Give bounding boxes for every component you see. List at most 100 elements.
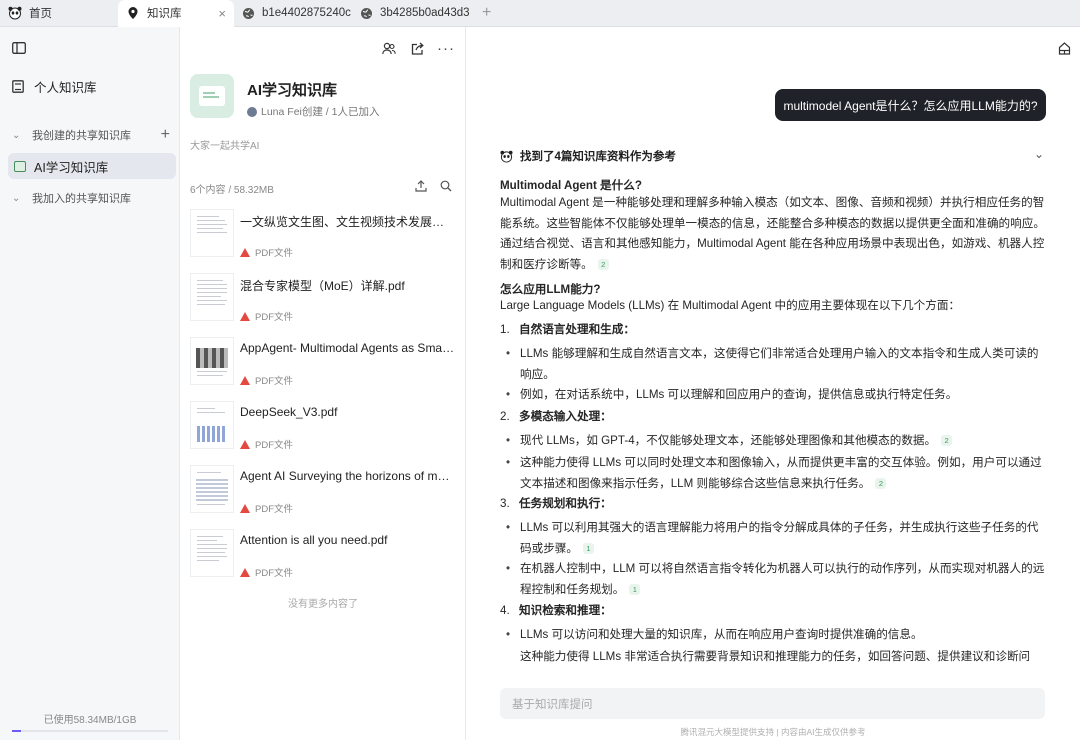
section-1: 1. 自然语言处理和生成： [500, 320, 635, 340]
bullet-text: 这种能力使得 LLMs 可以同时处理文本和图像输入，从而提供更丰富的交互体验。例… [520, 456, 1042, 490]
bullet-item: 这种能力使得 LLMs 非常适合执行需要背景知识和推理能力的任务，如回答问题、提… [520, 647, 1050, 667]
pdf-icon [240, 311, 250, 321]
tab-label: 首页 [29, 8, 52, 20]
citation-badge[interactable]: 2 [875, 477, 887, 489]
pdf-icon [240, 439, 250, 449]
file-type: PDF文件 [240, 373, 293, 387]
tab-label: 知识库 [147, 8, 182, 20]
no-more-content: 没有更多内容了 [288, 599, 358, 610]
fade-overlay [466, 667, 1080, 687]
members-icon[interactable] [381, 40, 397, 56]
kb-meta: Luna Fei创建 / 1人已加入 [247, 104, 379, 119]
citation-badge[interactable]: 2 [941, 435, 953, 446]
file-name: DeepSeek_V3.pdf [240, 405, 338, 419]
kb-description: 大家一起共学AI [190, 141, 260, 152]
file-type: PDF文件 [240, 309, 293, 323]
section-title: 知识检索和推理： [519, 604, 612, 617]
file-type: PDF文件 [240, 245, 293, 259]
tab-knowledge[interactable]: 知识库 × [118, 0, 234, 27]
file-thumbnail [190, 401, 234, 449]
user-question-bubble: multimodel Agent是什么？怎么应用LLM能力的? [775, 89, 1046, 121]
section-number: 1. [500, 323, 510, 336]
bullet-item: LLMs 能够理解和生成自然语言文本，这使得它们非常适合处理用户输入的文本指令和… [506, 344, 1050, 385]
sidebar-item-my-shared[interactable]: ⌄ 我创建的共享知识库 + [8, 122, 176, 148]
upload-icon[interactable] [413, 178, 429, 194]
sidebar-toggle-icon[interactable] [11, 40, 27, 56]
kb-title: AI学习知识库 [247, 82, 338, 99]
file-name: AppAgent- Multimodal Agents as Smart... [240, 341, 456, 355]
sidebar-item-joined[interactable]: ⌄ 我加入的共享知识库 [8, 185, 176, 211]
storage-bar [12, 730, 168, 732]
chevron-down-icon: ⌄ [12, 192, 21, 204]
section-2: 2. 多模态输入处理： [500, 407, 612, 427]
file-type-label: PDF文件 [255, 312, 294, 323]
panda-icon [8, 6, 22, 20]
input-placeholder: 基于知识库提问 [512, 698, 593, 711]
kb-icon [14, 160, 26, 172]
new-tab-button[interactable]: + [482, 4, 491, 22]
list-item[interactable]: AppAgent- Multimodal Agents as Smart... … [190, 337, 460, 397]
bullet-text: LLMs 可以利用其强大的语言理解能力将用户的指令分解成具体的子任务，并生成执行… [520, 521, 1039, 555]
file-type: PDF文件 [240, 437, 293, 451]
avatar [247, 106, 257, 117]
search-icon[interactable] [438, 178, 454, 194]
section-number: 2. [500, 410, 510, 423]
question-input[interactable]: 基于知识库提问 [500, 688, 1045, 719]
bullet-item: 这种能力使得 LLMs 可以同时处理文本和图像输入，从而提供更丰富的交互体验。例… [506, 453, 1050, 494]
references-header[interactable]: 找到了4篇知识库资料作为参考 [500, 148, 676, 164]
file-thumbnail [190, 273, 234, 321]
tab-page-1[interactable]: b1e4402875240c [234, 0, 352, 27]
tab-page-2[interactable]: 3b4285b0ad43d3 [352, 0, 472, 27]
tab-home[interactable]: 首页 [0, 0, 118, 27]
citation-badge[interactable]: 2 [597, 258, 609, 270]
chevron-down-icon: ⌄ [12, 129, 21, 141]
sidebar: 个人知识库 ⌄ 我创建的共享知识库 + AI学习知识库 ⌄ 我加入的共享知识库 … [0, 27, 180, 740]
bullet-item: 在机器人控制中，LLM 可以将自然语言指令转化为机器人可以执行的动作序列，从而实… [506, 559, 1050, 600]
kb-panel: ··· AI学习知识库 Luna Fei创建 / 1人已加入 大家一起共学AI … [180, 27, 466, 740]
list-item[interactable]: 一文纵览文生图、文生视频技术发展路径... PDF文件 [190, 209, 460, 269]
share-icon[interactable] [409, 40, 425, 56]
file-type-label: PDF文件 [255, 568, 294, 579]
section-number: 3. [500, 497, 510, 510]
add-icon[interactable]: + [161, 126, 170, 144]
citation-badge[interactable]: 1 [629, 583, 641, 595]
section-4: 4. 知识检索和推理： [500, 601, 612, 621]
paragraph-text: Multimodal Agent 是一种能够处理和理解多种输入模态（如文本、图像… [500, 196, 1045, 271]
list-item[interactable]: Attention is all you need.pdf PDF文件 [190, 529, 460, 589]
bullet-item: 现代 LLMs，如 GPT-4，不仅能够处理文本，还能够处理图像和其他模态的数据… [506, 431, 1050, 452]
list-item[interactable]: 混合专家模型（MoE）详解.pdf PDF文件 [190, 273, 460, 333]
sidebar-item-ai-kb[interactable]: AI学习知识库 [8, 153, 176, 179]
list-item[interactable]: DeepSeek_V3.pdf PDF文件 [190, 401, 460, 461]
pdf-icon [240, 247, 250, 257]
pdf-icon [240, 503, 250, 513]
chevron-down-icon[interactable]: ⌄ [1034, 147, 1044, 161]
file-type-label: PDF文件 [255, 440, 294, 451]
home-icon[interactable] [1056, 40, 1072, 56]
panda-icon [500, 150, 513, 163]
citation-badge[interactable]: 1 [582, 542, 594, 554]
file-type-label: PDF文件 [255, 504, 294, 515]
bullet-text: 在机器人控制中，LLM 可以将自然语言指令转化为机器人可以执行的动作序列，从而实… [520, 562, 1045, 596]
list-item[interactable]: Agent AI Surveying the horizons of muti.… [190, 465, 460, 525]
file-thumbnail [190, 529, 234, 577]
tab-label: 3b4285b0ad43d3 [380, 7, 470, 19]
storage-usage: 已使用58.34MB/1GB [43, 715, 137, 726]
storage-bar-fill [12, 730, 21, 732]
file-thumbnail [190, 337, 234, 385]
kb-meta-text: Luna Fei创建 / 1人已加入 [261, 106, 380, 118]
more-icon[interactable]: ··· [437, 40, 454, 57]
chat-panel: multimodel Agent是什么？怎么应用LLM能力的? 找到了4篇知识库… [466, 27, 1080, 740]
tab-label: b1e4402875240c [262, 7, 351, 19]
sidebar-item-label: AI学习知识库 [34, 160, 109, 175]
file-thumbnail [190, 465, 234, 513]
globe-icon [242, 6, 255, 20]
kb-count: 6个内容 / 58.32MB [190, 185, 274, 196]
book-icon [12, 79, 26, 93]
sidebar-item-label: 我创建的共享知识库 [32, 130, 131, 142]
sidebar-item-personal[interactable]: 个人知识库 [8, 73, 176, 99]
pdf-icon [240, 375, 250, 385]
footer-disclaimer: 腾讯混元大模型提供支持 | 内容由AI生成仅供参考 [680, 727, 866, 737]
close-icon[interactable]: × [218, 6, 226, 21]
bullet-item: LLMs 可以利用其强大的语言理解能力将用户的指令分解成具体的子任务，并生成执行… [506, 518, 1050, 559]
section-title: 多模态输入处理： [519, 410, 612, 423]
